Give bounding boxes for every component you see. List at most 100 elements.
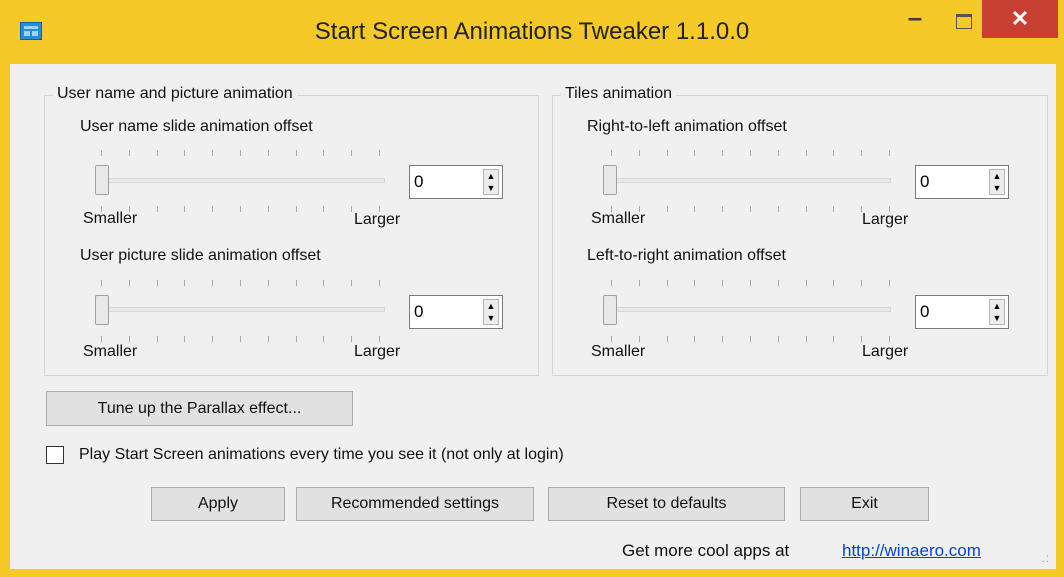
slider-tick: [101, 280, 102, 286]
right-to-left-offset-input[interactable]: [918, 171, 982, 193]
slider-tick: [694, 150, 695, 156]
slider-tick: [351, 150, 352, 156]
left-to-right-max-label: Larger: [862, 343, 909, 360]
right-to-left-ticks-bottom: [611, 206, 890, 214]
spinner-arrows[interactable]: ▲ ▼: [989, 169, 1005, 195]
slider-tick: [833, 206, 834, 212]
user-name-slider-thumb[interactable]: [95, 165, 109, 195]
slider-tick: [268, 206, 269, 212]
user-picture-track: [101, 307, 385, 312]
close-button[interactable]: ✕: [982, 0, 1058, 38]
right-to-left-slider-thumb[interactable]: [603, 165, 617, 195]
apply-button[interactable]: Apply: [151, 487, 285, 521]
slider-tick: [667, 280, 668, 286]
slider-tick: [268, 150, 269, 156]
right-to-left-max-label: Larger: [862, 211, 909, 228]
spin-down-icon[interactable]: ▼: [990, 312, 1004, 324]
slider-tick: [833, 280, 834, 286]
slider-tick: [667, 336, 668, 342]
spin-down-icon[interactable]: ▼: [484, 312, 498, 324]
slider-tick: [722, 206, 723, 212]
slider-tick: [611, 280, 612, 286]
user-group-legend: User name and picture animation: [53, 85, 297, 103]
tune-parallax-button[interactable]: Tune up the Parallax effect...: [46, 391, 353, 426]
spin-down-icon[interactable]: ▼: [990, 182, 1004, 194]
slider-tick: [296, 206, 297, 212]
slider-tick: [379, 280, 380, 286]
slider-tick: [323, 206, 324, 212]
user-picture-max-label: Larger: [354, 343, 401, 360]
spinner-arrows[interactable]: ▲ ▼: [483, 299, 499, 325]
footer-text: Get more cool apps at: [622, 541, 790, 560]
slider-tick: [778, 206, 779, 212]
winaero-link[interactable]: http://winaero.com: [842, 541, 981, 561]
user-picture-ticks-bottom: [101, 336, 380, 344]
slider-tick: [157, 336, 158, 342]
slider-tick: [296, 280, 297, 286]
user-picture-offset-input[interactable]: [412, 301, 476, 323]
slider-tick: [750, 150, 751, 156]
left-to-right-ticks-bottom: [611, 336, 890, 344]
right-to-left-offset-spinbox[interactable]: ▲ ▼: [915, 165, 1009, 199]
slider-tick: [129, 336, 130, 342]
slider-tick: [694, 280, 695, 286]
user-name-ticks-bottom: [101, 206, 380, 214]
left-to-right-track: [611, 307, 891, 312]
slider-tick: [240, 150, 241, 156]
slider-tick: [351, 206, 352, 212]
slider-tick: [184, 150, 185, 156]
user-name-offset-spinbox[interactable]: ▲ ▼: [409, 165, 503, 199]
user-picture-offset-spinbox[interactable]: ▲ ▼: [409, 295, 503, 329]
slider-tick: [212, 206, 213, 212]
play-animations-checkbox[interactable]: [46, 446, 64, 464]
user-name-offset-input[interactable]: [412, 171, 476, 193]
exit-button[interactable]: Exit: [800, 487, 929, 521]
slider-tick: [611, 150, 612, 156]
user-picture-ticks: [101, 280, 380, 288]
tiles-animation-group: Tiles animation Right-to-left animation …: [552, 85, 1048, 376]
slider-tick: [212, 336, 213, 342]
resize-grip-icon[interactable]: .:: [1041, 551, 1050, 565]
slider-tick: [861, 336, 862, 342]
slider-tick: [296, 336, 297, 342]
spin-up-icon[interactable]: ▲: [484, 170, 498, 182]
title-bar[interactable]: Start Screen Animations Tweaker 1.1.0.0 …: [0, 0, 1064, 64]
slider-tick: [889, 280, 890, 286]
left-to-right-offset-spinbox[interactable]: ▲ ▼: [915, 295, 1009, 329]
spin-up-icon[interactable]: ▲: [484, 300, 498, 312]
spin-down-icon[interactable]: ▼: [484, 182, 498, 194]
slider-tick: [611, 336, 612, 342]
slider-tick: [240, 206, 241, 212]
slider-tick: [778, 336, 779, 342]
left-to-right-offset-input[interactable]: [918, 301, 982, 323]
slider-tick: [861, 150, 862, 156]
maximize-button[interactable]: [944, 0, 984, 42]
user-picture-slider-thumb[interactable]: [95, 295, 109, 325]
right-to-left-min-label: Smaller: [591, 210, 646, 227]
slider-tick: [379, 336, 380, 342]
slider-tick: [184, 206, 185, 212]
spin-up-icon[interactable]: ▲: [990, 170, 1004, 182]
tiles-group-legend: Tiles animation: [561, 85, 677, 103]
slider-tick: [722, 336, 723, 342]
slider-tick: [351, 336, 352, 342]
slider-tick: [323, 280, 324, 286]
spin-up-icon[interactable]: ▲: [990, 300, 1004, 312]
minimize-button[interactable]: –: [892, 0, 938, 38]
slider-tick: [833, 336, 834, 342]
recommended-settings-button[interactable]: Recommended settings: [296, 487, 534, 521]
slider-tick: [639, 280, 640, 286]
slider-tick: [129, 150, 130, 156]
slider-tick: [157, 280, 158, 286]
spinner-arrows[interactable]: ▲ ▼: [483, 169, 499, 195]
play-animations-label[interactable]: Play Start Screen animations every time …: [79, 446, 564, 464]
slider-tick: [889, 150, 890, 156]
reset-defaults-button[interactable]: Reset to defaults: [548, 487, 785, 521]
slider-tick: [667, 206, 668, 212]
slider-tick: [806, 206, 807, 212]
spinner-arrows[interactable]: ▲ ▼: [989, 299, 1005, 325]
left-to-right-slider-thumb[interactable]: [603, 295, 617, 325]
slider-tick: [323, 150, 324, 156]
slider-tick: [833, 150, 834, 156]
slider-tick: [323, 336, 324, 342]
